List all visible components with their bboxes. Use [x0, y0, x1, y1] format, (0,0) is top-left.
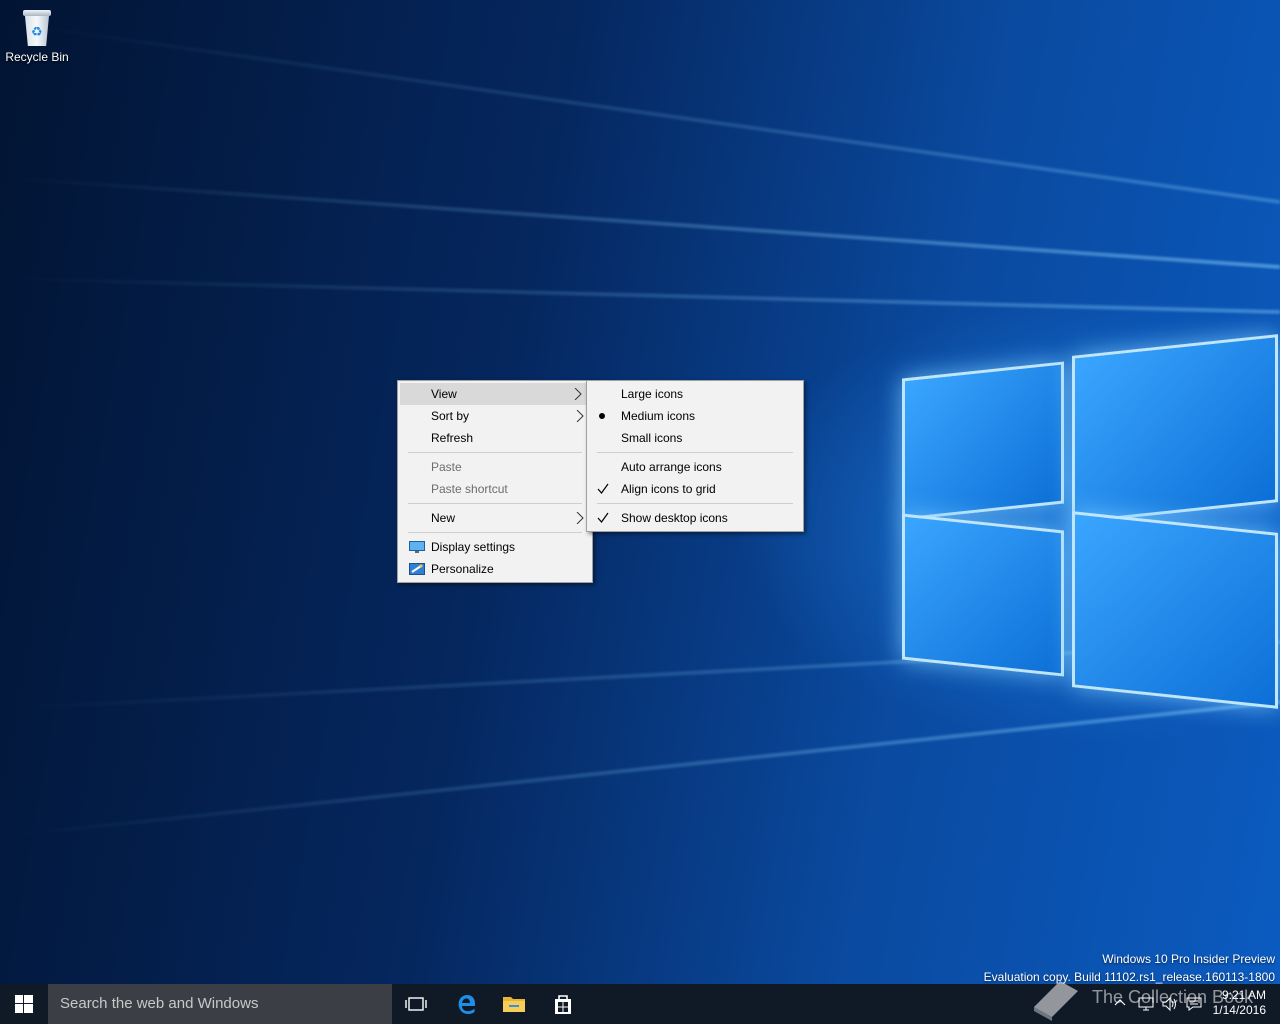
edge-button[interactable]	[442, 984, 490, 1024]
bullet-icon	[595, 405, 611, 427]
book-logo-icon	[1034, 981, 1078, 1021]
menu-item-label: Personalize	[431, 562, 494, 576]
checkmark-icon	[595, 478, 611, 500]
chevron-right-icon	[576, 507, 584, 529]
personalize-icon	[407, 558, 425, 580]
logo-pane-bottom-left	[902, 513, 1064, 677]
task-view-button[interactable]	[392, 984, 440, 1024]
edge-icon	[458, 995, 475, 1014]
menu-item-view[interactable]: View	[400, 383, 590, 405]
submenu-item-small-icons[interactable]: Small icons	[587, 427, 803, 449]
menu-item-sort-by[interactable]: Sort by	[398, 405, 592, 427]
desktop-icon-label: Recycle Bin	[5, 50, 69, 64]
windows-logo-icon	[15, 995, 33, 1013]
task-view-icon	[405, 997, 427, 1011]
logo-pane-top-left	[902, 361, 1064, 521]
submenu-item-large-icons[interactable]: Large icons	[587, 383, 803, 405]
store-icon	[555, 995, 571, 1014]
menu-item-label: Small icons	[621, 431, 683, 445]
edition-name: Windows 10 Pro Insider Preview	[1102, 952, 1275, 966]
brand-watermark-text: The Collection Book	[1092, 987, 1254, 1007]
recycle-bin-icon: ♻	[22, 10, 52, 46]
menu-separator	[408, 503, 582, 504]
menu-item-label: New	[431, 511, 456, 525]
desktop-background[interactable]: ♻ Recycle Bin View Sort by Refresh Paste…	[0, 0, 1280, 984]
menu-item-label: Auto arrange icons	[621, 460, 722, 474]
menu-item-label: Sort by	[431, 409, 470, 423]
menu-item-label: Medium icons	[621, 409, 696, 423]
brand-watermark: The Collection Book	[1030, 977, 1253, 1026]
view-submenu: Large icons Medium icons Small icons Aut…	[586, 380, 804, 532]
store-button[interactable]	[539, 984, 587, 1024]
build-info: Evaluation copy. Build 11102.rs1_release…	[983, 970, 1275, 984]
menu-item-paste: Paste	[398, 456, 592, 478]
display-settings-icon	[407, 536, 425, 558]
logo-pane-top-right	[1072, 334, 1278, 524]
file-explorer-button[interactable]	[490, 984, 538, 1024]
menu-item-refresh[interactable]: Refresh	[398, 427, 592, 449]
chevron-right-icon	[574, 383, 582, 405]
submenu-item-medium-icons[interactable]: Medium icons	[587, 405, 803, 427]
menu-item-label: Paste	[431, 460, 462, 474]
menu-item-personalize[interactable]: Personalize	[398, 558, 592, 580]
menu-item-display-settings[interactable]: Display settings	[398, 536, 592, 558]
submenu-item-align-icons-to-grid[interactable]: Align icons to grid	[587, 478, 803, 500]
search-input[interactable]: Search the web and Windows	[48, 984, 392, 1024]
menu-item-label: Display settings	[431, 540, 516, 554]
menu-separator	[597, 503, 793, 504]
file-explorer-icon	[503, 997, 525, 1012]
desktop-icon-recycle-bin[interactable]: ♻ Recycle Bin	[4, 6, 70, 64]
checkmark-icon	[595, 507, 611, 529]
menu-item-label: View	[431, 387, 457, 401]
menu-separator	[597, 452, 793, 453]
menu-separator	[408, 452, 582, 453]
menu-item-label: Paste shortcut	[431, 482, 508, 496]
start-button[interactable]	[0, 984, 48, 1024]
submenu-item-show-desktop-icons[interactable]: Show desktop icons	[587, 507, 803, 529]
desktop-context-menu: View Sort by Refresh Paste Paste shortcu…	[397, 380, 593, 583]
menu-item-label: Refresh	[431, 431, 474, 445]
taskbar: Search the web and Windows 9:21 AM 1/14/…	[0, 984, 1280, 1024]
chevron-right-icon	[576, 405, 584, 427]
menu-item-label: Align icons to grid	[621, 482, 716, 496]
edition-watermark: Windows 10 Pro Insider Preview Evaluatio…	[984, 950, 1275, 984]
menu-item-label: Large icons	[621, 387, 684, 401]
menu-item-new[interactable]: New	[398, 507, 592, 529]
menu-separator	[408, 532, 582, 533]
logo-pane-bottom-right	[1072, 511, 1278, 709]
menu-item-label: Show desktop icons	[621, 511, 728, 525]
submenu-item-auto-arrange-icons[interactable]: Auto arrange icons	[587, 456, 803, 478]
menu-item-paste-shortcut: Paste shortcut	[398, 478, 592, 500]
